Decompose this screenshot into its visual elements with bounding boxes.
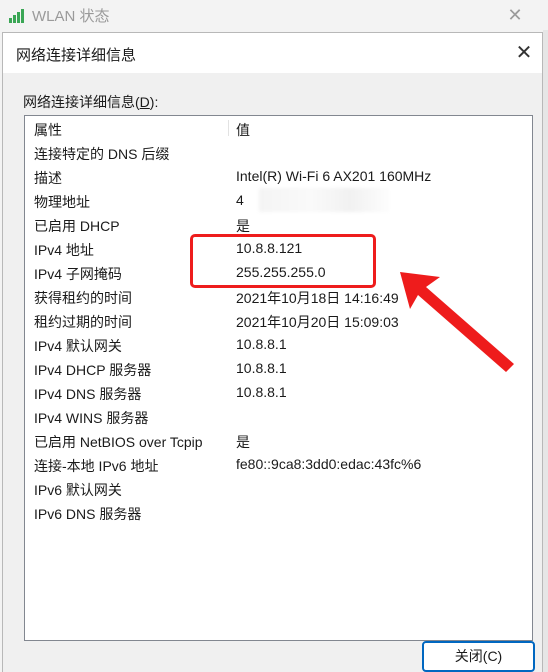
row-property: IPv4 DHCP 服务器	[34, 362, 152, 378]
row-property: 已启用 DHCP	[34, 218, 120, 234]
dialog-titlebar: 网络连接详细信息 ✕	[3, 33, 542, 73]
column-header-property[interactable]: 属性	[34, 120, 62, 140]
column-divider[interactable]	[228, 120, 229, 136]
row-property: IPv6 默认网关	[34, 482, 122, 498]
row-property: IPv4 地址	[34, 242, 94, 258]
dialog-title: 网络连接详细信息	[16, 47, 137, 64]
details-section-label: 网络连接详细信息(D):	[23, 94, 159, 110]
table-row[interactable]: IPv4 默认网关 10.8.8.1	[25, 332, 532, 356]
table-row[interactable]: 连接特定的 DNS 后缀	[25, 140, 532, 164]
wlan-status-titlebar: WLAN 状态 ✕	[0, 0, 548, 30]
row-property: IPv4 默认网关	[34, 338, 122, 354]
row-value: 4	[236, 192, 244, 208]
table-row[interactable]: IPv6 默认网关	[25, 476, 532, 500]
details-listview[interactable]: 属性 值 连接特定的 DNS 后缀 描述 Intel(R) Wi-Fi 6 AX2…	[24, 115, 533, 641]
table-row[interactable]: IPv4 DNS 服务器 10.8.8.1	[25, 380, 532, 404]
row-property: 获得租约的时间	[34, 290, 132, 306]
row-value: 2021年10月18日 14:16:49	[236, 290, 399, 306]
row-property: IPv4 子网掩码	[34, 266, 122, 282]
table-row[interactable]: 连接-本地 IPv6 地址 fe80::9ca8:3dd0:edac:43fc%6	[25, 452, 532, 476]
row-value: 是	[236, 218, 250, 234]
row-value: 10.8.8.1	[236, 336, 287, 352]
listview-rows: 连接特定的 DNS 后缀 描述 Intel(R) Wi-Fi 6 AX201 16…	[25, 140, 532, 524]
close-button[interactable]: 关闭(C)	[422, 641, 535, 672]
row-value: 是	[236, 434, 250, 450]
table-row[interactable]: 描述 Intel(R) Wi-Fi 6 AX201 160MHz	[25, 164, 532, 188]
network-details-dialog: 网络连接详细信息 ✕ 网络连接详细信息(D): 属性 值 连接特定的 DNS 后…	[2, 32, 543, 672]
column-header-value[interactable]: 值	[236, 120, 250, 140]
wlan-status-close-icon[interactable]: ✕	[500, 2, 530, 28]
row-value: 10.8.8.1	[236, 360, 287, 376]
table-row[interactable]: IPv4 DHCP 服务器 10.8.8.1	[25, 356, 532, 380]
row-property: 租约过期的时间	[34, 314, 132, 330]
listview-header: 属性 值	[25, 116, 532, 140]
row-value: 2021年10月20日 15:09:03	[236, 314, 399, 330]
dialog-close-icon[interactable]: ✕	[509, 39, 539, 67]
row-value: 10.8.8.1	[236, 384, 287, 400]
wlan-status-title: WLAN 状态	[32, 8, 110, 25]
red-highlight-box	[190, 234, 376, 288]
row-property: 已启用 NetBIOS over Tcpip	[34, 434, 203, 450]
row-property: IPv4 WINS 服务器	[34, 410, 149, 426]
table-row[interactable]: 租约过期的时间 2021年10月20日 15:09:03	[25, 308, 532, 332]
row-value: fe80::9ca8:3dd0:edac:43fc%6	[236, 456, 422, 472]
table-row[interactable]: IPv4 WINS 服务器	[25, 404, 532, 428]
row-property: 描述	[34, 170, 62, 186]
row-property: IPv4 DNS 服务器	[34, 386, 142, 402]
redacted-mac-address	[259, 188, 389, 212]
table-row[interactable]: 物理地址 4	[25, 188, 532, 212]
table-row[interactable]: IPv6 DNS 服务器	[25, 500, 532, 524]
wifi-signal-icon	[9, 9, 24, 23]
wlan-status-scrollbar[interactable]	[543, 30, 548, 672]
row-property: 物理地址	[34, 194, 90, 210]
row-property: IPv6 DNS 服务器	[34, 506, 142, 522]
table-row[interactable]: 已启用 NetBIOS over Tcpip 是	[25, 428, 532, 452]
row-value: Intel(R) Wi-Fi 6 AX201 160MHz	[236, 168, 432, 184]
table-row[interactable]: 已启用 DHCP 是	[25, 212, 532, 236]
row-property: 连接-本地 IPv6 地址	[34, 458, 159, 474]
row-property: 连接特定的 DNS 后缀	[34, 146, 170, 162]
